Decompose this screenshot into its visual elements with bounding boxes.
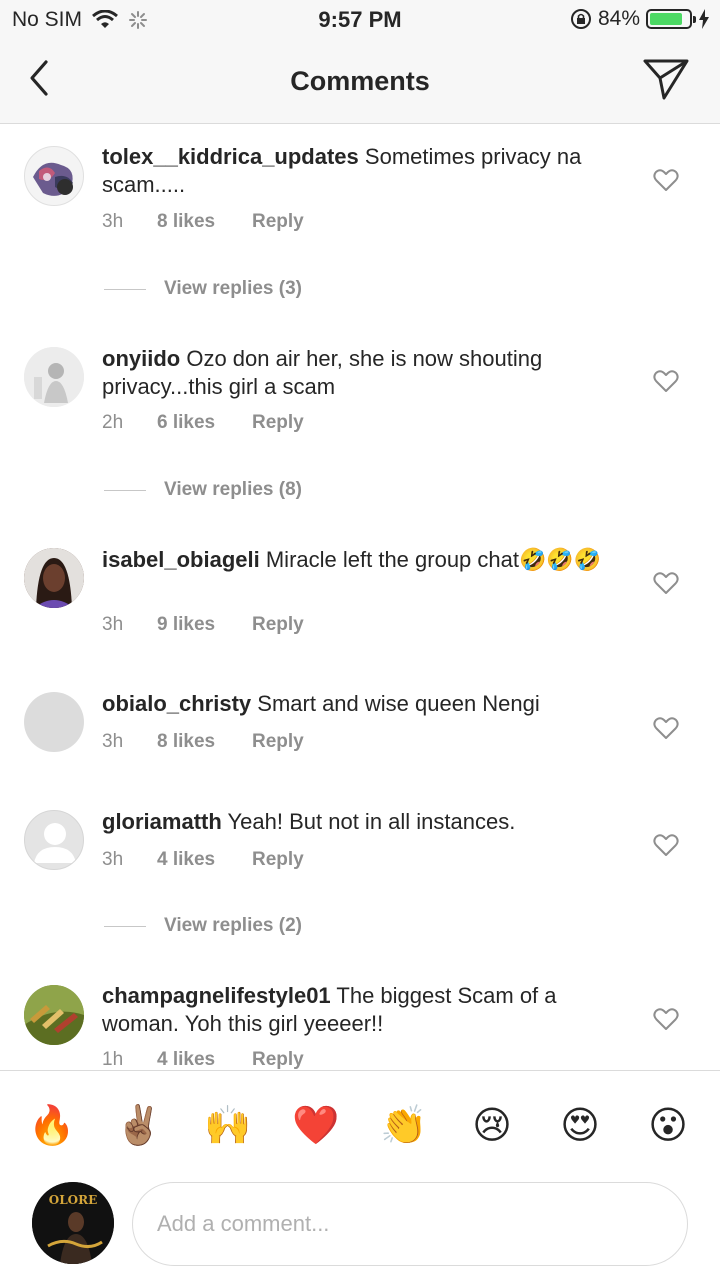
- comment-time: 3h: [102, 614, 124, 635]
- reply-button[interactable]: Reply: [252, 211, 304, 233]
- status-bar: No SIM 9:57 PM 84%: [0, 0, 720, 40]
- emoji-clap-button[interactable]: 👏: [380, 1101, 428, 1149]
- emoji-crying-button[interactable]: 😢: [468, 1101, 516, 1149]
- comment-body: Miracle left the group chat🤣🤣🤣: [265, 547, 602, 572]
- view-replies-button[interactable]: View replies (2): [104, 915, 302, 937]
- comment-item: gloriamatth Yeah! But not in all instanc…: [0, 792, 720, 952]
- comment-meta: 3h 9 likes Reply: [102, 614, 304, 636]
- heart-icon[interactable]: [653, 833, 679, 857]
- charging-bolt-icon: [699, 9, 709, 29]
- comment-time: 2h: [102, 412, 124, 433]
- heart-icon[interactable]: [653, 571, 679, 595]
- reply-button[interactable]: Reply: [252, 731, 304, 753]
- comment-meta: 1h 4 likes Reply: [102, 1049, 304, 1070]
- comment-meta: 2h 6 likes Reply: [102, 412, 304, 434]
- comment-username[interactable]: obialo_christy: [102, 691, 251, 716]
- comment-time: 1h: [102, 1049, 124, 1070]
- comment-text: tolex__kiddrica_updates Sometimes privac…: [102, 143, 612, 199]
- comment-username[interactable]: gloriamatth: [102, 809, 222, 834]
- comment-meta: 3h 8 likes Reply: [102, 211, 304, 233]
- avatar[interactable]: [24, 692, 84, 752]
- battery-percent: 84%: [597, 7, 640, 30]
- comment-likes[interactable]: 6 likes: [157, 412, 252, 434]
- comment-likes[interactable]: 4 likes: [157, 849, 252, 871]
- comment-username[interactable]: isabel_obiageli: [102, 547, 260, 572]
- comment-meta: 3h 8 likes Reply: [102, 731, 304, 753]
- comment-composer: OLORE: [0, 1170, 720, 1280]
- heart-icon[interactable]: [653, 1007, 679, 1031]
- avatar[interactable]: [24, 548, 84, 608]
- default-avatar-icon: [34, 823, 76, 863]
- comment-item: tolex__kiddrica_updates Sometimes privac…: [0, 125, 720, 315]
- comment-meta: 3h 4 likes Reply: [102, 849, 304, 871]
- comment-item: onyiido Ozo don air her, she is now shou…: [0, 325, 720, 515]
- replies-divider: [104, 489, 146, 491]
- comment-username[interactable]: onyiido: [102, 346, 180, 371]
- heart-icon[interactable]: [653, 369, 679, 393]
- emoji-raised-hands-button[interactable]: 🙌: [204, 1101, 252, 1149]
- comment-likes[interactable]: 9 likes: [157, 614, 252, 636]
- heart-icon[interactable]: [653, 716, 679, 740]
- comment-text: champagnelifestyle01 The biggest Scam of…: [102, 982, 612, 1038]
- paper-plane-icon: [643, 59, 689, 100]
- battery-icon: [646, 9, 696, 29]
- comment-likes[interactable]: 8 likes: [157, 731, 252, 753]
- reply-button[interactable]: Reply: [252, 412, 304, 434]
- emoji-heart-button[interactable]: ❤️: [292, 1101, 340, 1149]
- comment-username[interactable]: tolex__kiddrica_updates: [102, 144, 359, 169]
- comment-time: 3h: [102, 211, 124, 232]
- reply-button[interactable]: Reply: [252, 1049, 304, 1070]
- replies-divider: [104, 925, 146, 927]
- comment-time: 3h: [102, 731, 124, 752]
- orientation-lock-icon: [570, 9, 591, 29]
- comment-item: champagnelifestyle01 The biggest Scam of…: [0, 967, 720, 1070]
- view-replies-label: View replies (2): [164, 915, 302, 936]
- heart-icon[interactable]: [653, 168, 679, 192]
- view-replies-label: View replies (8): [164, 479, 302, 500]
- comment-text: obialo_christy Smart and wise queen Neng…: [102, 690, 612, 718]
- comment-likes[interactable]: 4 likes: [157, 1049, 252, 1070]
- avatar-logo-text: OLORE: [49, 1193, 97, 1207]
- status-right: 84%: [570, 7, 710, 31]
- comments-header: Comments: [0, 40, 720, 124]
- replies-divider: [104, 288, 146, 290]
- view-replies-label: View replies (3): [164, 278, 302, 299]
- comment-body: Smart and wise queen Nengi: [257, 691, 540, 716]
- page-title: Comments: [290, 66, 430, 96]
- emoji-heart-eyes-button[interactable]: 😍: [556, 1101, 604, 1149]
- comment-text: gloriamatth Yeah! But not in all instanc…: [102, 808, 612, 836]
- emoji-fire-button[interactable]: 🔥: [28, 1101, 76, 1149]
- comments-list[interactable]: tolex__kiddrica_updates Sometimes privac…: [0, 125, 720, 1070]
- send-button[interactable]: [642, 56, 690, 102]
- avatar[interactable]: [24, 347, 84, 407]
- emoji-bar: 🔥 ✌🏽 🙌 ❤️ 👏 😢 😍 😮: [0, 1070, 720, 1170]
- comment-body: Yeah! But not in all instances.: [227, 809, 516, 834]
- avatar[interactable]: [24, 985, 84, 1045]
- comment-item: obialo_christy Smart and wise queen Neng…: [0, 675, 720, 785]
- avatar[interactable]: [24, 146, 84, 206]
- my-avatar[interactable]: OLORE: [32, 1182, 114, 1264]
- comment-likes[interactable]: 8 likes: [157, 211, 252, 233]
- avatar[interactable]: [24, 810, 84, 870]
- comment-username[interactable]: champagnelifestyle01: [102, 983, 331, 1008]
- reply-button[interactable]: Reply: [252, 849, 304, 871]
- comment-time: 3h: [102, 849, 124, 870]
- battery-fill: [650, 13, 682, 25]
- emoji-surprised-button[interactable]: 😮: [644, 1101, 692, 1149]
- comment-text: onyiido Ozo don air her, she is now shou…: [102, 345, 612, 401]
- emoji-victory-button[interactable]: ✌🏽: [115, 1101, 163, 1149]
- comment-text: isabel_obiageli Miracle left the group c…: [102, 546, 612, 574]
- comment-input[interactable]: [132, 1182, 688, 1266]
- comment-item: isabel_obiageli Miracle left the group c…: [0, 530, 720, 660]
- view-replies-button[interactable]: View replies (3): [104, 278, 302, 300]
- view-replies-button[interactable]: View replies (8): [104, 479, 302, 501]
- reply-button[interactable]: Reply: [252, 614, 304, 636]
